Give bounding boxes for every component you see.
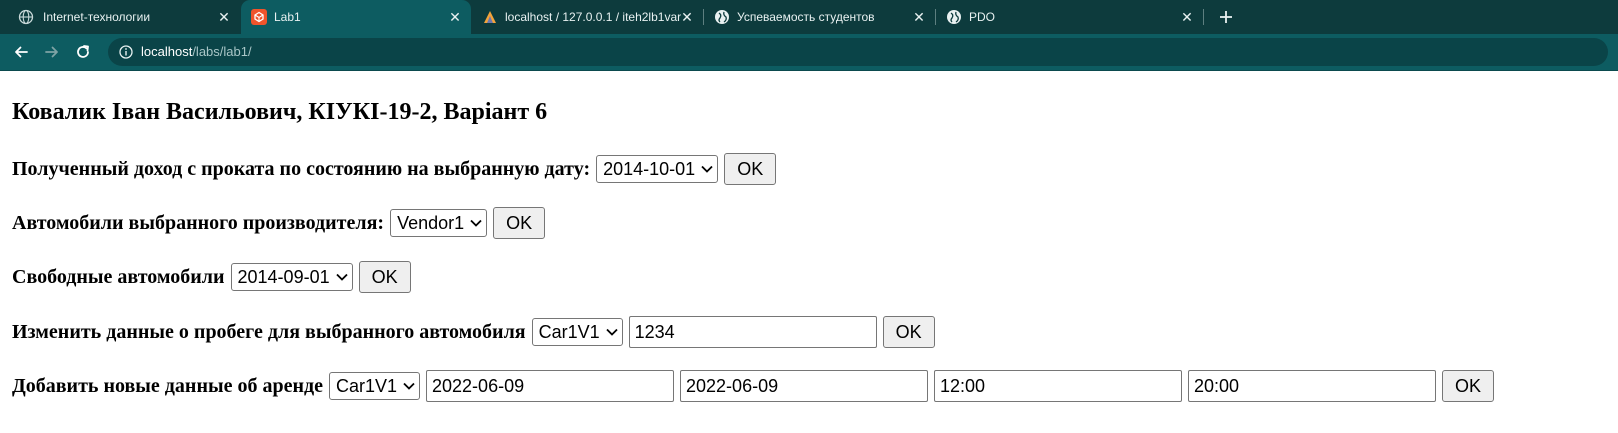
free-cars-label: Свободные автомобили xyxy=(12,265,225,288)
close-tab-icon[interactable]: ✕ xyxy=(446,8,464,26)
mileage-input[interactable]: 1234 xyxy=(628,316,877,348)
income-ok-button[interactable]: OK xyxy=(724,153,777,185)
url-host: localhost xyxy=(141,44,193,59)
mileage-label: Изменить данные о пробеге для выбранного… xyxy=(12,320,526,343)
free-cars-date-select[interactable]: 2014-09-01 xyxy=(230,263,353,291)
plus-icon xyxy=(1220,11,1232,23)
tab-title: Lab1 xyxy=(274,10,301,24)
back-arrow-icon xyxy=(15,46,28,58)
page-content: Ковалик Іван Васильович, КІУКІ-19-2, Вар… xyxy=(0,71,1618,433)
vendor-select[interactable]: Vendor1 xyxy=(390,209,488,237)
browser-toolbar: localhost/labs/lab1/ xyxy=(0,34,1618,70)
phpmyadmin-favicon-icon xyxy=(482,9,498,25)
tab-pdo[interactable]: PDO ✕ xyxy=(936,0,1202,34)
vendor-ok-button[interactable]: OK xyxy=(493,207,546,239)
new-tab-button[interactable] xyxy=(1214,6,1238,28)
rental-end-time-input[interactable]: 20:00 xyxy=(1188,370,1437,402)
tab-title: Успеваемость студентов xyxy=(737,10,875,24)
url-text[interactable]: localhost/labs/lab1/ xyxy=(141,44,252,60)
select-value: Car1V1 xyxy=(335,375,398,396)
close-tab-icon[interactable]: ✕ xyxy=(910,8,928,26)
tab-separator xyxy=(1203,9,1204,25)
mileage-car-select[interactable]: Car1V1 xyxy=(531,318,623,346)
globe-icon xyxy=(18,9,34,25)
free-cars-form: Свободные автомобили 2014-09-01 OK xyxy=(12,261,411,293)
info-icon[interactable] xyxy=(118,44,134,60)
rental-start-time-input[interactable]: 12:00 xyxy=(934,370,1183,402)
chevron-down-icon xyxy=(335,273,348,281)
select-value: 2014-10-01 xyxy=(603,158,696,179)
rental-start-date-input[interactable]: 2022-06-09 xyxy=(426,370,675,402)
reload-button[interactable] xyxy=(71,40,95,64)
forward-arrow-icon xyxy=(45,46,58,58)
free-cars-ok-button[interactable]: OK xyxy=(358,261,411,293)
rental-form: Добавить новые данные об аренде Car1V1 2… xyxy=(12,370,1495,402)
rental-end-date-input[interactable]: 2022-06-09 xyxy=(680,370,929,402)
rental-ok-button[interactable]: OK xyxy=(1442,370,1495,402)
vendor-label: Автомобили выбранного производителя: xyxy=(12,211,385,234)
select-value: Vendor1 xyxy=(397,212,465,233)
vendor-form: Автомобили выбранного производителя: Ven… xyxy=(12,207,546,239)
page-title: Ковалик Іван Васильович, КІУКІ-19-2, Вар… xyxy=(12,99,548,125)
globe-icon xyxy=(946,9,962,25)
mileage-form: Изменить данные о пробеге для выбранного… xyxy=(12,316,935,348)
forward-button[interactable] xyxy=(40,40,64,64)
close-tab-icon[interactable]: ✕ xyxy=(678,8,696,26)
chevron-down-icon xyxy=(403,382,415,390)
close-tab-icon[interactable]: ✕ xyxy=(215,8,233,26)
select-value: Car1V1 xyxy=(538,321,600,342)
codepen-favicon-icon xyxy=(251,9,267,25)
tab-strip: Internet-технологии ✕ Lab1 ✕ localhost /… xyxy=(0,0,1618,34)
tab-internet-tech[interactable]: Internet-технологии ✕ xyxy=(0,0,240,34)
rental-car-select[interactable]: Car1V1 xyxy=(328,372,421,400)
reload-icon xyxy=(77,45,89,58)
globe-icon xyxy=(714,9,730,25)
tab-lab1[interactable]: Lab1 ✕ xyxy=(241,0,471,34)
income-date-select[interactable]: 2014-10-01 xyxy=(596,155,719,183)
tab-student-progress[interactable]: Успеваемость студентов ✕ xyxy=(704,0,934,34)
tab-phpmyadmin[interactable]: localhost / 127.0.0.1 / iteh2lb1var ✕ xyxy=(472,0,702,34)
income-form: Полученный доход с проката по состоянию … xyxy=(12,153,777,185)
tab-title: Internet-технологии xyxy=(43,10,151,24)
income-label: Полученный доход с проката по состоянию … xyxy=(12,157,591,180)
chevron-down-icon xyxy=(606,328,618,336)
select-value: 2014-09-01 xyxy=(237,266,330,287)
tab-title: PDO xyxy=(969,10,996,24)
chevron-down-icon xyxy=(470,219,482,227)
rental-label: Добавить новые данные об аренде xyxy=(12,374,323,397)
close-tab-icon[interactable]: ✕ xyxy=(1178,8,1196,26)
chevron-down-icon xyxy=(701,165,713,173)
mileage-ok-button[interactable]: OK xyxy=(882,316,935,348)
address-bar[interactable]: localhost/labs/lab1/ xyxy=(108,38,1608,66)
tab-title: localhost / 127.0.0.1 / iteh2lb1var xyxy=(505,10,681,24)
back-button[interactable] xyxy=(9,40,33,64)
url-path: /labs/lab1/ xyxy=(192,44,252,59)
